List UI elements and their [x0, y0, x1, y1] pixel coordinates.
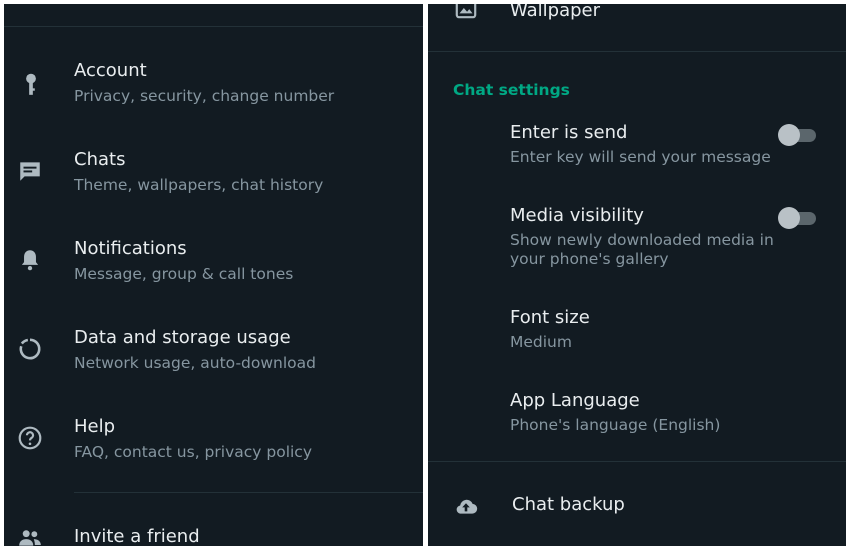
settings-panel: Account Privacy, security, change number…	[4, 4, 423, 546]
top-divider	[4, 26, 423, 27]
data-usage-icon	[16, 335, 44, 363]
enter-is-send-subtitle: Enter key will send your message	[510, 148, 771, 166]
settings-item-account[interactable]: Account Privacy, security, change number	[4, 56, 423, 120]
settings-item-wallpaper[interactable]: Wallpaper	[428, 4, 846, 44]
media-visibility-toggle[interactable]	[778, 207, 818, 229]
wallpaper-icon	[452, 4, 480, 22]
setting-app-language[interactable]: App Language Phone's language (English)	[428, 390, 846, 440]
settings-item-chats[interactable]: Chats Theme, wallpapers, chat history	[4, 145, 423, 209]
chats-subtitle: Theme, wallpapers, chat history	[74, 176, 324, 194]
setting-font-size[interactable]: Font size Medium	[428, 307, 846, 357]
enter-is-send-toggle[interactable]	[778, 124, 818, 146]
media-visibility-subtitle-line1: Show newly downloaded media in	[510, 231, 774, 249]
font-size-title: Font size	[510, 307, 590, 328]
settings-item-chat-backup[interactable]: Chat backup	[428, 482, 846, 528]
enter-is-send-title: Enter is send	[510, 122, 628, 143]
account-title: Account	[74, 60, 147, 81]
data-storage-title: Data and storage usage	[74, 327, 291, 348]
media-visibility-subtitle-line2: your phone's gallery	[510, 250, 669, 268]
account-subtitle: Privacy, security, change number	[74, 87, 335, 105]
media-visibility-title: Media visibility	[510, 205, 644, 226]
screenshot-frame: Account Privacy, security, change number…	[0, 0, 850, 550]
toggle-knob	[778, 207, 800, 229]
group-icon	[16, 524, 44, 546]
toggle-knob	[778, 124, 800, 146]
settings-item-data-storage[interactable]: Data and storage usage Network usage, au…	[4, 323, 423, 387]
section-divider	[74, 492, 423, 493]
notifications-subtitle: Message, group & call tones	[74, 265, 294, 283]
chats-title: Chats	[74, 149, 126, 170]
wallpaper-title: Wallpaper	[510, 4, 601, 21]
invite-title: Invite a friend	[74, 526, 200, 546]
bell-icon	[16, 246, 44, 274]
help-icon	[16, 424, 44, 452]
settings-item-invite[interactable]: Invite a friend	[4, 512, 423, 546]
settings-item-notifications[interactable]: Notifications Message, group & call tone…	[4, 234, 423, 298]
notifications-title: Notifications	[74, 238, 187, 259]
chat-icon	[16, 157, 44, 185]
chat-settings-header: Chat settings	[453, 81, 570, 99]
backup-divider	[428, 461, 846, 462]
chat-backup-title: Chat backup	[512, 494, 625, 515]
data-storage-subtitle: Network usage, auto-download	[74, 354, 316, 372]
chats-settings-panel: Wallpaper Chat settings Enter is send En…	[428, 4, 846, 546]
app-language-title: App Language	[510, 390, 640, 411]
key-icon	[17, 70, 45, 98]
help-title: Help	[74, 416, 116, 437]
font-size-value: Medium	[510, 333, 572, 351]
cloud-upload-icon	[452, 492, 480, 520]
wallpaper-divider	[428, 51, 846, 52]
settings-item-help[interactable]: Help FAQ, contact us, privacy policy	[4, 412, 423, 476]
setting-media-visibility[interactable]: Media visibility Show newly downloaded m…	[428, 203, 846, 275]
setting-enter-is-send[interactable]: Enter is send Enter key will send your m…	[428, 120, 846, 170]
help-subtitle: FAQ, contact us, privacy policy	[74, 443, 313, 461]
app-language-value: Phone's language (English)	[510, 416, 721, 434]
